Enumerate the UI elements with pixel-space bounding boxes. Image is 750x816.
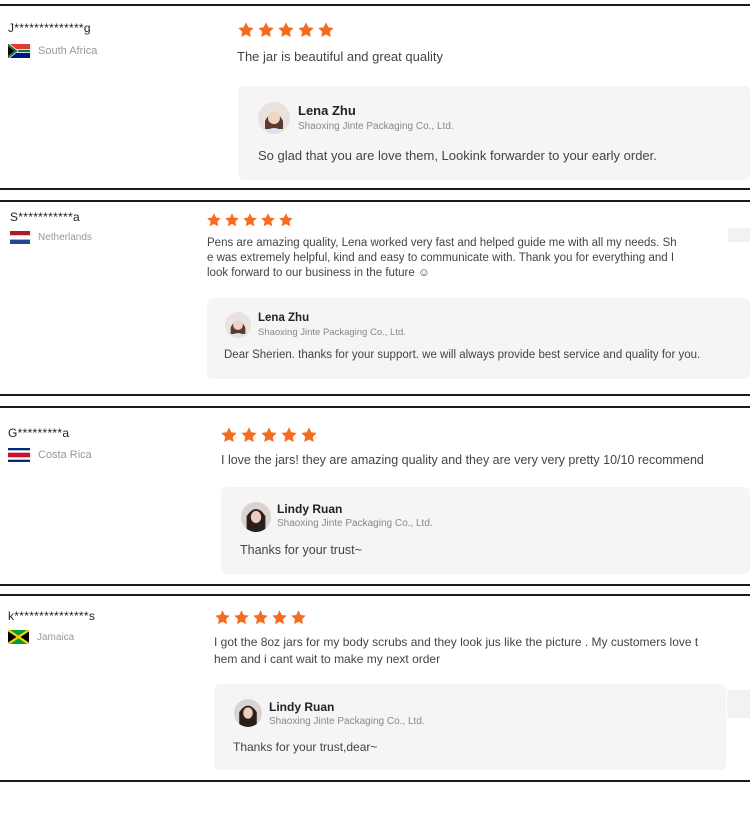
star-icon: [317, 21, 335, 39]
star-icon: [260, 212, 276, 228]
star-icon: [233, 609, 250, 626]
review-comment: I got the 8oz jars for my body scrubs an…: [214, 634, 698, 668]
south-africa-flag-icon: [8, 44, 30, 58]
star-icon: [224, 212, 240, 228]
scroll-edge: [728, 228, 750, 242]
jamaica-flag-icon: [8, 630, 29, 644]
country-label: Netherlands: [38, 232, 92, 243]
star-rating: [214, 609, 307, 626]
comment-line: hem and i cant wait to make my next orde…: [214, 652, 441, 666]
star-icon: [297, 21, 315, 39]
netherlands-flag-icon: [10, 231, 30, 244]
costa-rica-flag-icon: [8, 448, 30, 462]
avatar: [258, 102, 290, 134]
star-icon: [277, 21, 295, 39]
scroll-edge: [727, 690, 750, 718]
star-icon: [271, 609, 288, 626]
star-icon: [237, 21, 255, 39]
star-icon: [260, 426, 278, 444]
star-icon: [206, 212, 222, 228]
review-comment: The jar is beautiful and great quality: [237, 49, 443, 64]
reply-text: So glad that you are love them, Lookink …: [258, 148, 657, 163]
review-comment: Pens are amazing quality, Lena worked ve…: [207, 236, 677, 281]
star-icon: [242, 212, 258, 228]
review-card: G*********a Costa Rica I love the jars! …: [0, 406, 750, 586]
reply-company: Shaoxing Jinte Packaging Co., Ltd.: [269, 716, 425, 727]
buyer-country: South Africa: [8, 44, 97, 58]
comment-line: look forward to our business in the futu…: [207, 267, 430, 279]
reply-author: Lindy Ruan: [277, 502, 343, 516]
reply-text: Dear Sherien. thanks for your support. w…: [224, 349, 701, 361]
reply-author: Lena Zhu: [258, 312, 310, 324]
seller-reply: Lena Zhu Shaoxing Jinte Packaging Co., L…: [207, 298, 750, 379]
comment-line: Pens are amazing quality, Lena worked ve…: [207, 237, 677, 249]
review-comment: I love the jars! they are amazing qualit…: [221, 453, 704, 467]
star-icon: [290, 609, 307, 626]
review-card: S***********a Netherlands Pens are amazi…: [0, 200, 750, 396]
avatar: [241, 502, 271, 532]
reply-company: Shaoxing Jinte Packaging Co., Ltd.: [298, 121, 454, 132]
star-rating: [206, 212, 294, 228]
buyer-country: Costa Rica: [8, 448, 92, 462]
buyer-name: G*********a: [8, 426, 70, 440]
star-icon: [240, 426, 258, 444]
seller-reply: Lindy Ruan Shaoxing Jinte Packaging Co.,…: [221, 487, 750, 574]
buyer-country: Netherlands: [10, 231, 92, 244]
review-card: k***************s Jamaica I got the 8oz …: [0, 594, 750, 782]
seller-reply: Lena Zhu Shaoxing Jinte Packaging Co., L…: [238, 86, 750, 180]
star-icon: [220, 426, 238, 444]
country-label: South Africa: [38, 45, 98, 57]
comment-line: e was extremely helpful, kind and easy t…: [207, 252, 675, 264]
reply-company: Shaoxing Jinte Packaging Co., Ltd.: [277, 518, 433, 529]
review-card: J**************g South Africa The jar is…: [0, 4, 750, 190]
buyer-name: J**************g: [8, 21, 91, 35]
star-rating: [237, 21, 335, 39]
reply-text: Thanks for your trust,dear~: [233, 740, 378, 754]
comment-line: I got the 8oz jars for my body scrubs an…: [214, 635, 699, 649]
star-icon: [300, 426, 318, 444]
country-label: Costa Rica: [38, 449, 92, 461]
buyer-name: k***************s: [8, 609, 96, 623]
star-icon: [280, 426, 298, 444]
star-icon: [278, 212, 294, 228]
buyer-name: S***********a: [10, 210, 80, 224]
seller-reply: Lindy Ruan Shaoxing Jinte Packaging Co.,…: [214, 684, 726, 770]
reply-author: Lena Zhu: [298, 103, 356, 118]
country-label: Jamaica: [37, 631, 75, 643]
buyer-country: Jamaica: [8, 630, 74, 644]
star-icon: [214, 609, 231, 626]
avatar: [225, 312, 251, 338]
star-icon: [252, 609, 269, 626]
reply-company: Shaoxing Jinte Packaging Co., Ltd.: [258, 327, 406, 338]
reply-text: Thanks for your trust~: [240, 543, 362, 557]
reply-author: Lindy Ruan: [269, 700, 335, 714]
star-rating: [220, 426, 318, 444]
avatar: [234, 699, 262, 727]
star-icon: [257, 21, 275, 39]
